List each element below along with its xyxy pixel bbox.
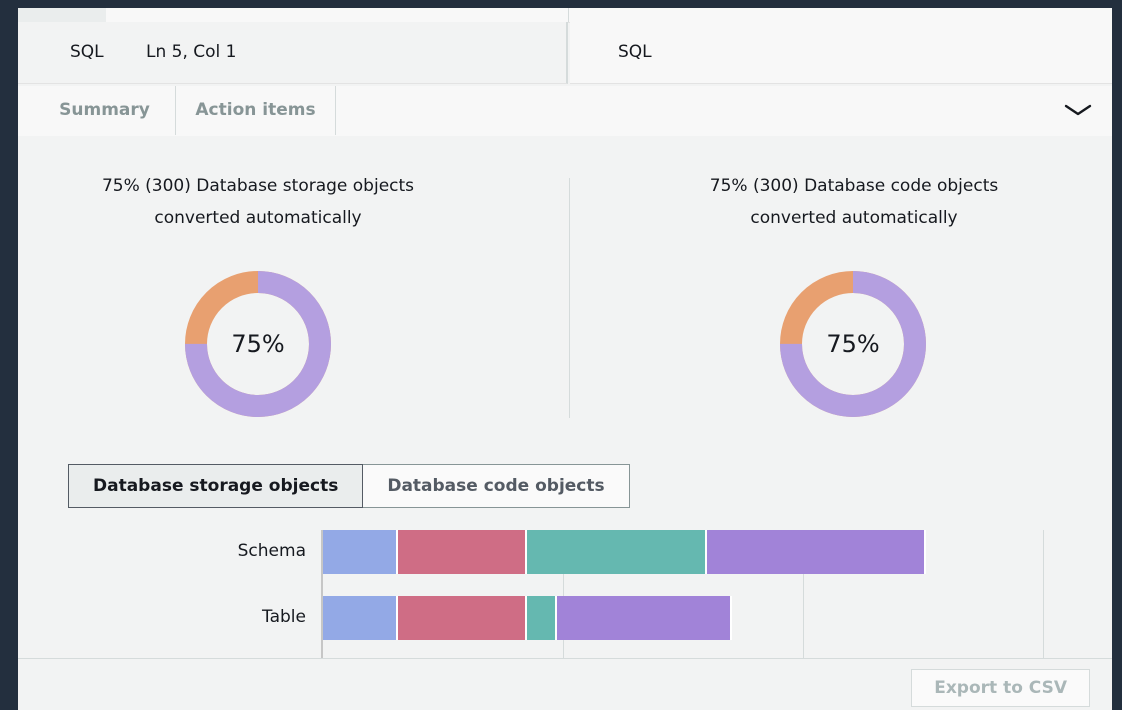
editor-tab-strip <box>18 8 1112 23</box>
status-bar-right: SQL <box>570 22 1112 84</box>
report-tabs: Summary Action items <box>18 86 1112 137</box>
summary-panel: 75% (300) Database storage objects conve… <box>18 136 1112 660</box>
bar-segment[interactable] <box>527 530 707 574</box>
database-storage-objects-button[interactable]: Database storage objects <box>68 464 364 508</box>
bar-segment[interactable] <box>323 530 398 574</box>
object-type-toggle: Database storage objects Database code o… <box>68 464 630 508</box>
tab-action-items[interactable]: Action items <box>176 86 336 135</box>
code-summary-title: 75% (300) Database code objects converte… <box>614 170 1094 234</box>
code-summary-line1: 75% (300) Database code objects <box>709 176 999 196</box>
storage-summary-line1: 75% (300) Database storage objects <box>101 176 415 196</box>
storage-donut-percent: 75% <box>231 330 285 358</box>
export-to-csv-button[interactable]: Export to CSV <box>911 669 1090 707</box>
gridline <box>1043 530 1044 660</box>
editor-tab[interactable] <box>18 8 106 22</box>
status-language-right: SQL <box>618 42 652 62</box>
bar-category-label: Table <box>262 607 306 627</box>
object-conversion-bar-chart: Schema Table <box>18 520 1112 660</box>
code-summary-line2: converted automatically <box>750 208 958 228</box>
code-donut-chart: 75% <box>779 270 927 418</box>
cursor-position: Ln 5, Col 1 <box>146 42 237 62</box>
bar-segment[interactable] <box>398 530 527 574</box>
code-donut-percent: 75% <box>826 330 880 358</box>
storage-donut-chart: 75% <box>184 270 332 418</box>
report-footer: Export to CSV <box>18 658 1112 710</box>
editor-split-divider <box>568 8 569 22</box>
tab-summary[interactable]: Summary <box>34 86 176 135</box>
bar-segment[interactable] <box>527 596 557 640</box>
app-frame: SQL Ln 5, Col 1 SQL Summary Action items… <box>18 8 1112 710</box>
bar-segment[interactable] <box>707 530 926 574</box>
bar-segment[interactable] <box>557 596 732 640</box>
status-bar-left: SQL Ln 5, Col 1 <box>18 22 568 84</box>
summary-divider <box>569 178 570 418</box>
editor-status-bar: SQL Ln 5, Col 1 SQL <box>18 22 1112 86</box>
database-code-objects-button[interactable]: Database code objects <box>363 464 630 508</box>
storage-summary-title: 75% (300) Database storage objects conve… <box>18 170 498 234</box>
chevron-down-icon[interactable] <box>1064 100 1092 120</box>
status-language: SQL <box>70 42 104 62</box>
bar-segment[interactable] <box>323 596 398 640</box>
bar-segment[interactable] <box>398 596 527 640</box>
storage-summary-line2: converted automatically <box>154 208 362 228</box>
bar-category-label: Schema <box>237 541 306 561</box>
